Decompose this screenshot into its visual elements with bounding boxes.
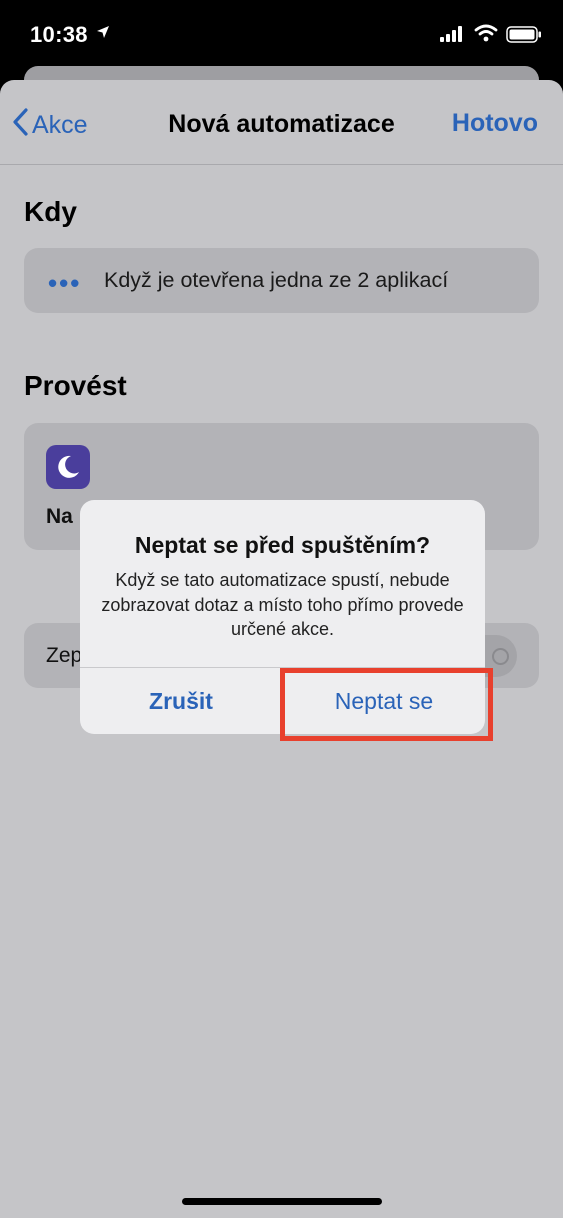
wifi-icon (474, 24, 498, 47)
trigger-card[interactable]: ••• Když je otevřena jedna ze 2 aplikací (24, 248, 539, 313)
do-heading: Provést (24, 370, 127, 401)
alert-message: Když se tato automatizace spustí, nebude… (101, 570, 464, 639)
status-bar: 10:38 (0, 0, 563, 66)
when-heading: Kdy (24, 196, 77, 227)
toggle-off-indicator (492, 648, 509, 665)
battery-icon (506, 26, 542, 48)
action-label: Na (46, 505, 73, 528)
ask-toggle-label: Zep (46, 644, 83, 667)
location-arrow-icon (96, 25, 110, 44)
done-button[interactable]: Hotovo (452, 109, 538, 138)
home-indicator[interactable] (182, 1198, 382, 1205)
cancel-button[interactable]: Zrušit (80, 668, 282, 734)
moon-icon (46, 445, 90, 489)
more-dots-icon: ••• (48, 268, 82, 298)
navigation-bar: Akce Nová automatizace Hotovo (0, 80, 563, 165)
alert-title: Neptat se před spuštěním? (134, 532, 431, 558)
trigger-text: Když je otevřena jedna ze 2 aplikací (104, 268, 449, 292)
status-time: 10:38 (30, 22, 88, 47)
highlight-box (280, 668, 493, 741)
cellular-signal-icon (440, 26, 464, 47)
